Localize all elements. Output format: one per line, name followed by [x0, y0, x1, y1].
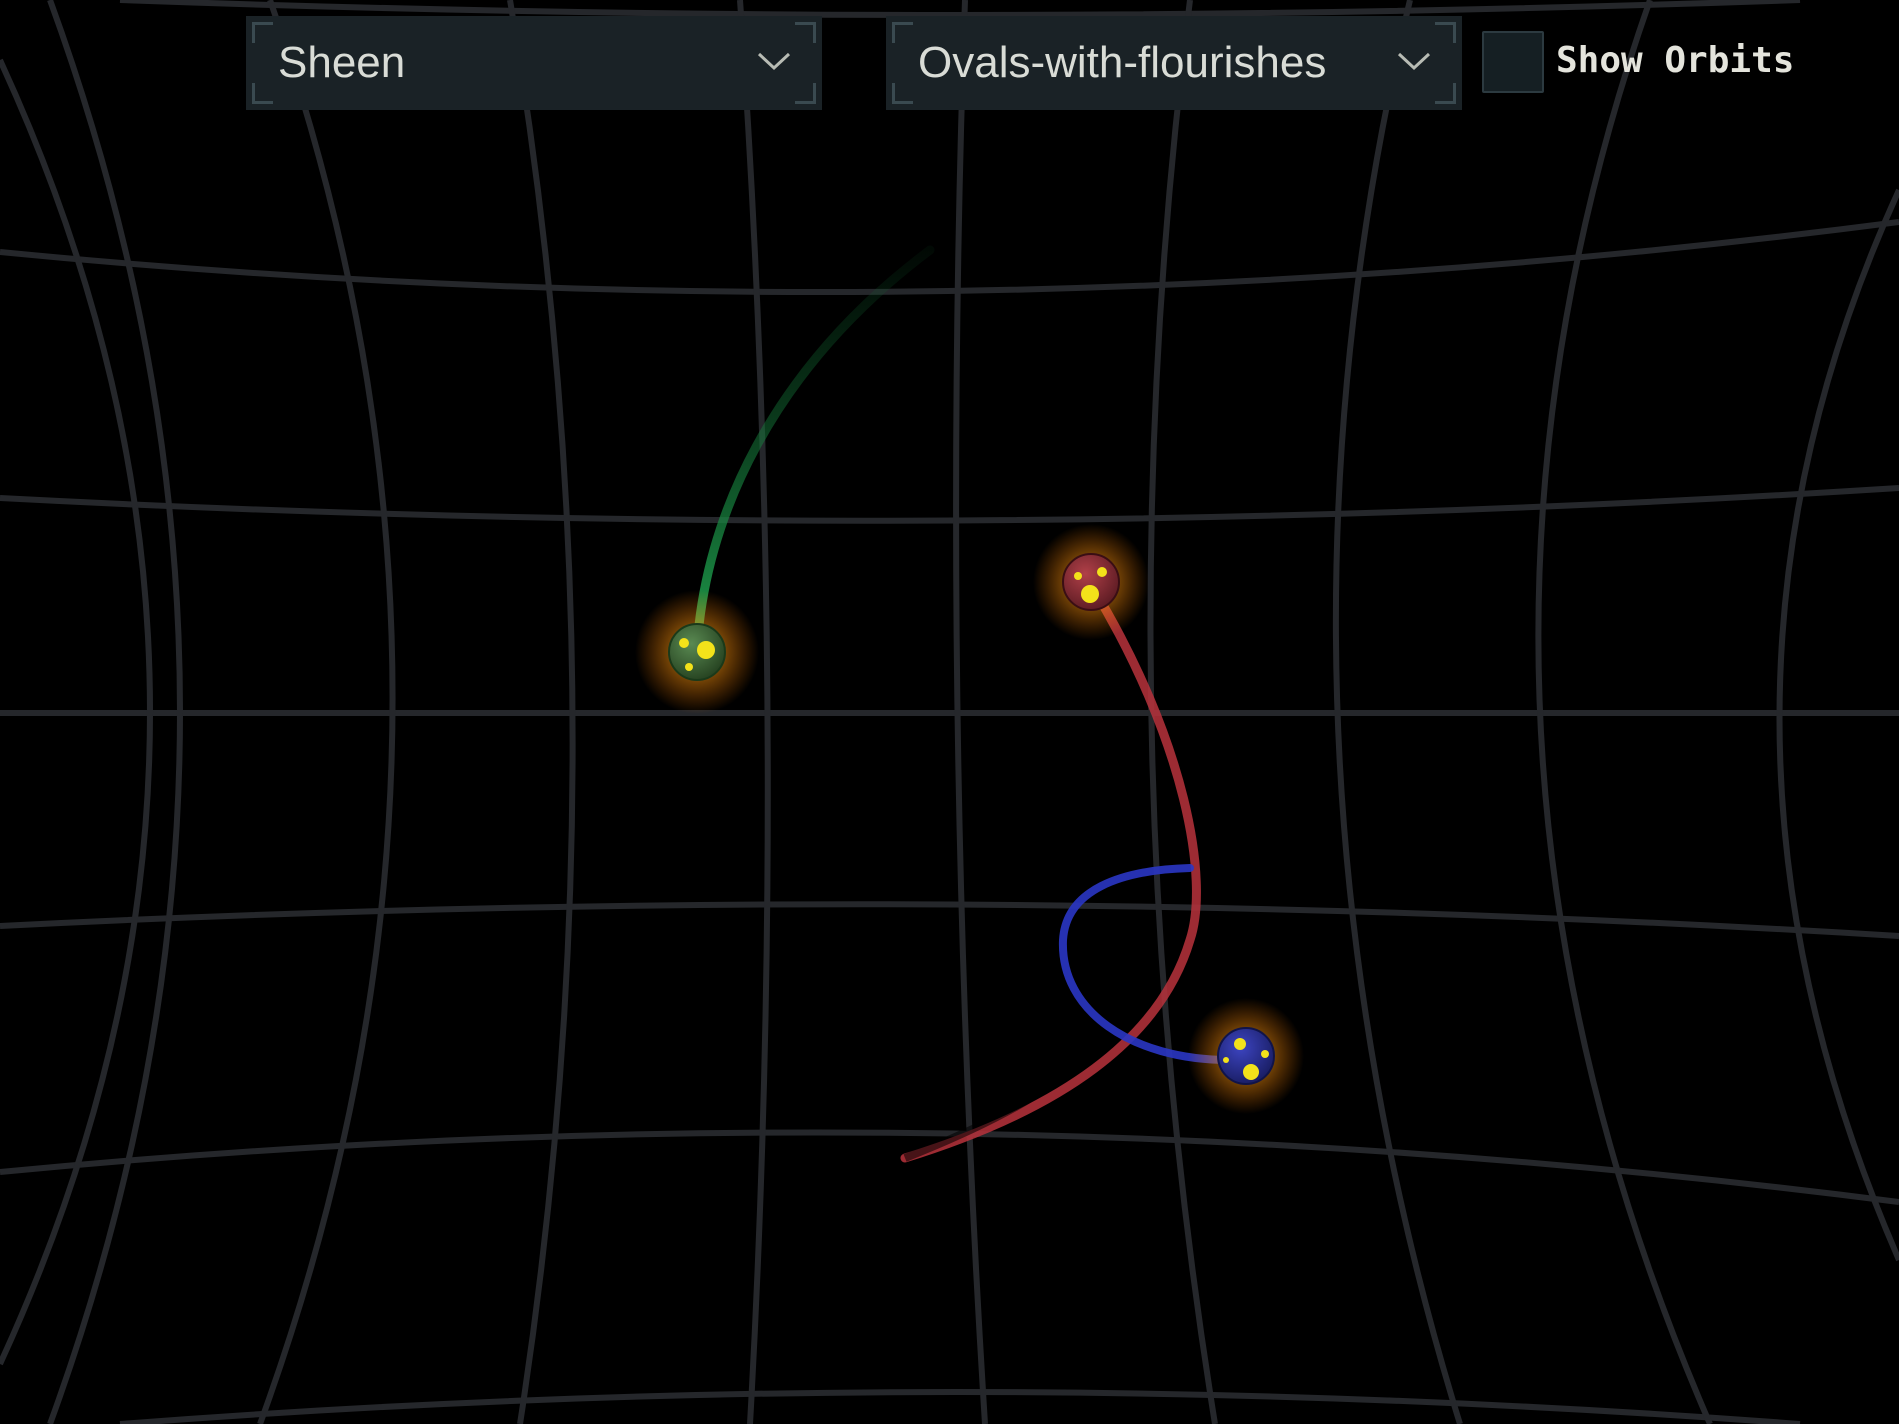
simulation-viewport[interactable]: Sheen Ovals-with-flourishes Show Orbits — [0, 0, 1899, 1424]
grid-line — [0, 901, 1899, 939]
corner-decoration — [1435, 22, 1456, 43]
green-body-trail — [692, 245, 935, 653]
grid-line — [119, 1389, 1801, 1424]
grid-line — [119, 0, 1801, 18]
grid-line — [0, 485, 1899, 524]
corner-decoration — [795, 83, 816, 104]
chevron-down-icon — [1397, 52, 1431, 71]
green-body — [668, 623, 726, 681]
show-orbits-label: Show Orbits — [1556, 40, 1795, 81]
spacetime-grid — [0, 0, 1899, 1424]
blue-body — [1217, 1027, 1275, 1085]
red-body — [1062, 553, 1120, 611]
corner-decoration — [1435, 83, 1456, 104]
material-dropdown[interactable]: Sheen — [246, 16, 822, 110]
corner-decoration — [252, 83, 273, 104]
show-orbits-checkbox[interactable] — [1482, 31, 1544, 93]
space-grid-scene — [0, 0, 1899, 1424]
corner-decoration — [795, 22, 816, 43]
material-dropdown-value: Sheen — [278, 38, 406, 87]
scenario-dropdown[interactable]: Ovals-with-flourishes — [886, 16, 1462, 110]
grid-line — [0, 219, 1899, 296]
corner-decoration — [892, 83, 913, 104]
scenario-dropdown-value: Ovals-with-flourishes — [918, 38, 1327, 87]
corner-decoration — [252, 22, 273, 43]
grid-line — [1776, 188, 1899, 1262]
corner-decoration — [892, 22, 913, 43]
chevron-down-icon — [757, 52, 791, 71]
